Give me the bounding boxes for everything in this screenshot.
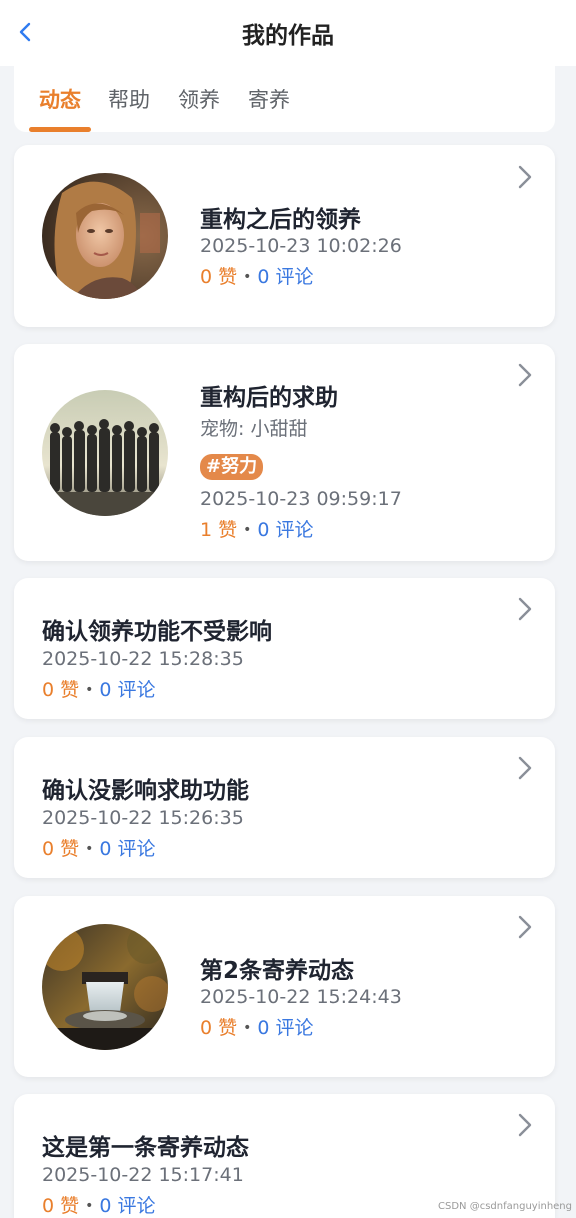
portrait-image (42, 173, 168, 299)
separator-dot: • (243, 269, 252, 285)
post-date: 2025-10-22 15:26:35 (42, 807, 244, 829)
post-card[interactable]: 第2条寄养动态 2025-10-22 15:24:43 0 赞 • 0 评论 (14, 896, 555, 1077)
chevron-right-icon (518, 1113, 532, 1137)
group-photo-image (42, 390, 168, 516)
likes-count: 0 赞 (200, 1017, 238, 1039)
chevron-right-icon (518, 915, 532, 939)
likes-count: 0 赞 (42, 838, 80, 860)
app-header: 我的作品 (0, 0, 576, 66)
tab-bar: 动态 帮助 领养 寄养 (14, 66, 555, 132)
likes-count: 1 赞 (200, 519, 238, 541)
separator-dot: • (243, 522, 252, 538)
post-date: 2025-10-23 10:02:26 (200, 235, 402, 257)
likes-count: 0 赞 (42, 1195, 80, 1217)
separator-dot: • (85, 841, 94, 857)
comments-count: 0 评论 (257, 1017, 314, 1039)
post-stats: 0 赞 • 0 评论 (42, 1191, 156, 1218)
post-card[interactable]: 确认没影响求助功能 2025-10-22 15:26:35 0 赞 • 0 评论 (14, 737, 555, 878)
likes-count: 0 赞 (200, 266, 238, 288)
post-stats: 0 赞 • 0 评论 (42, 675, 156, 702)
post-date: 2025-10-22 15:28:35 (42, 648, 244, 670)
tab-help[interactable]: 帮助 (108, 84, 150, 114)
chevron-right-icon (518, 165, 532, 189)
post-card[interactable]: 重构后的求助 宠物: 小甜甜 #努力 2025-10-23 09:59:17 1… (14, 344, 555, 561)
pet-name: 宠物: 小甜甜 (200, 418, 308, 440)
post-thumbnail (42, 173, 168, 299)
post-date: 2025-10-22 15:24:43 (200, 986, 402, 1008)
watermark: CSDN @csdnfanguyinheng (438, 1201, 572, 1212)
post-stats: 0 赞 • 0 评论 (42, 834, 156, 861)
separator-dot: • (85, 1198, 94, 1214)
post-tag[interactable]: #努力 (200, 454, 264, 480)
post-title: 第2条寄养动态 (200, 958, 355, 984)
page-title: 我的作品 (242, 23, 334, 49)
post-title: 确认没影响求助功能 (42, 778, 249, 804)
likes-count: 0 赞 (42, 679, 80, 701)
comments-count: 0 评论 (99, 1195, 156, 1217)
post-date: 2025-10-23 09:59:17 (200, 488, 402, 510)
post-title: 确认领养功能不受影响 (42, 619, 272, 645)
waterfall-image (42, 924, 168, 1050)
comments-count: 0 评论 (257, 266, 314, 288)
post-card[interactable]: 这是第一条寄养动态 2025-10-22 15:17:41 0 赞 • 0 评论 (14, 1094, 555, 1218)
chevron-right-icon (518, 363, 532, 387)
tab-dynamic[interactable]: 动态 (39, 84, 81, 114)
post-stats: 1 赞 • 0 评论 (200, 515, 314, 542)
comments-count: 0 评论 (99, 838, 156, 860)
chevron-right-icon (518, 597, 532, 621)
active-tab-indicator (29, 127, 91, 132)
post-title: 重构后的求助 (200, 385, 338, 411)
tab-foster[interactable]: 寄养 (248, 84, 290, 114)
comments-count: 0 评论 (99, 679, 156, 701)
separator-dot: • (243, 1020, 252, 1036)
tab-adopt[interactable]: 领养 (178, 84, 220, 114)
comments-count: 0 评论 (257, 519, 314, 541)
post-thumbnail (42, 924, 168, 1050)
post-stats: 0 赞 • 0 评论 (200, 262, 314, 289)
post-date: 2025-10-22 15:17:41 (42, 1164, 244, 1186)
post-thumbnail (42, 390, 168, 516)
post-title: 这是第一条寄养动态 (42, 1135, 249, 1161)
chevron-right-icon (518, 756, 532, 780)
post-stats: 0 赞 • 0 评论 (200, 1013, 314, 1040)
post-title: 重构之后的领养 (200, 207, 361, 233)
separator-dot: • (85, 682, 94, 698)
post-card[interactable]: 重构之后的领养 2025-10-23 10:02:26 0 赞 • 0 评论 (14, 145, 555, 327)
post-card[interactable]: 确认领养功能不受影响 2025-10-22 15:28:35 0 赞 • 0 评论 (14, 578, 555, 719)
